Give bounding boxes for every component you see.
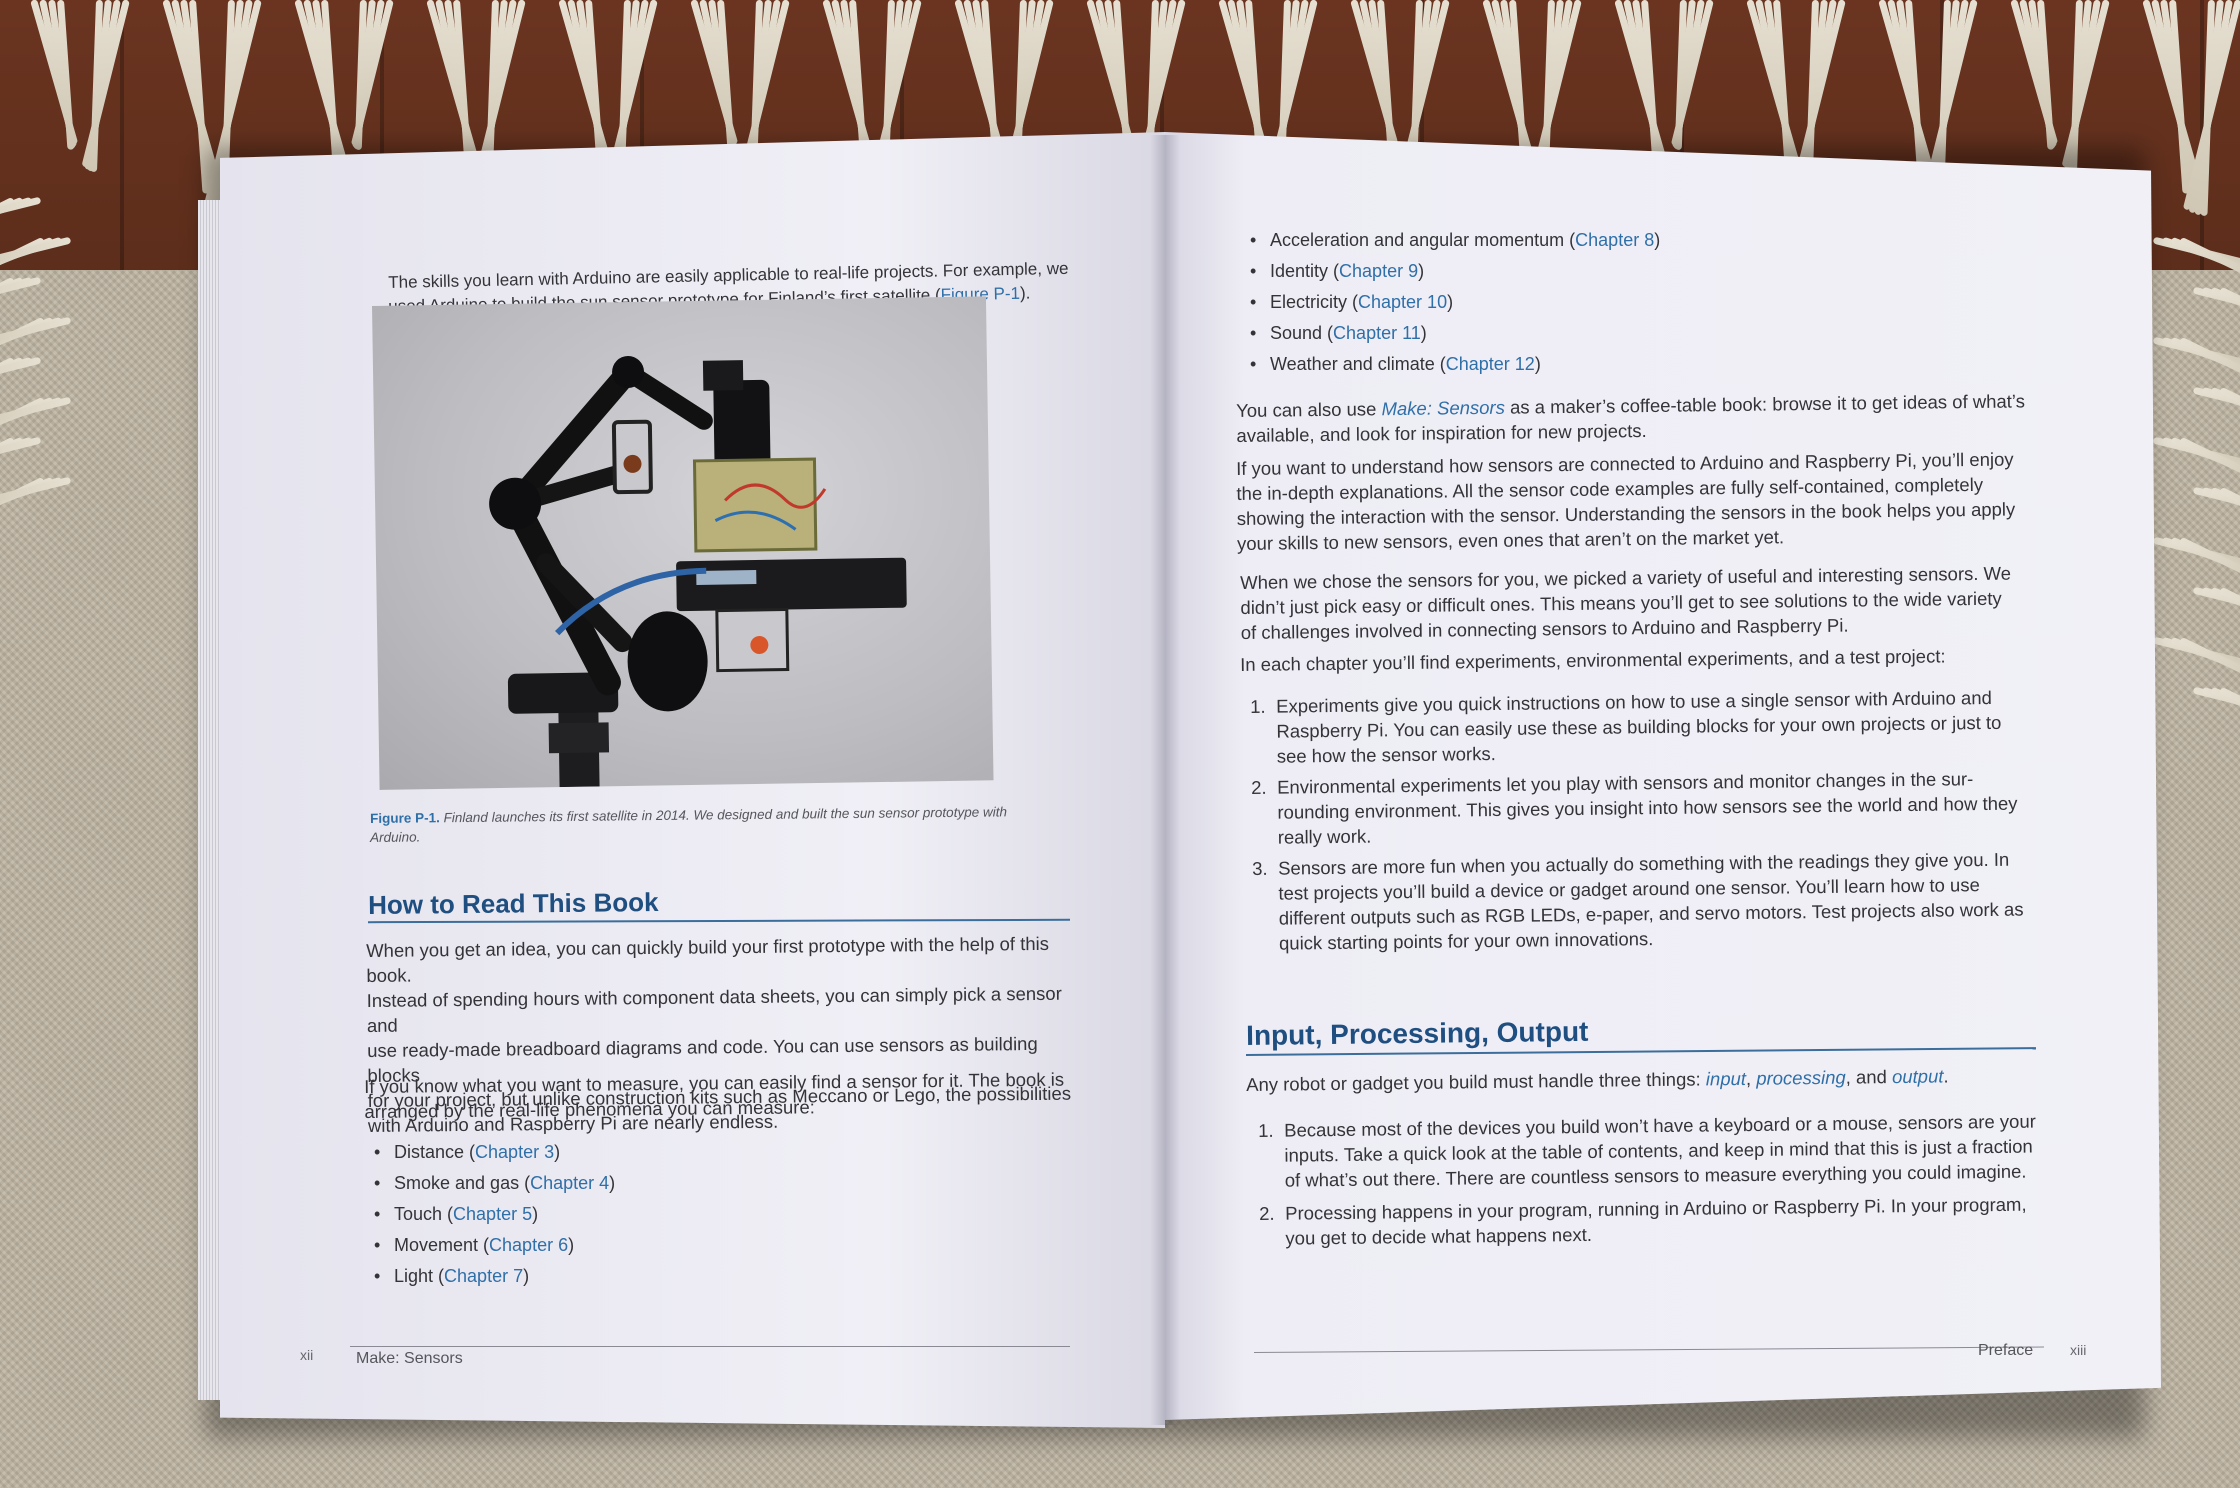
list-item: 3. Sensors are more fun when you actuall… <box>1252 846 2053 956</box>
chapter-link[interactable]: Chapter 11 <box>1333 323 1421 343</box>
list-item: Smoke and gas (Chapter 4) <box>374 1171 615 1202</box>
list-item: Movement (Chapter 6) <box>374 1233 615 1264</box>
list-item: Electricity (Chapter 10) <box>1250 290 1660 321</box>
list-item: Sound (Chapter 11) <box>1250 321 1660 352</box>
list-item: 2. Processing happens in your program, r… <box>1259 1191 2060 1251</box>
right-paragraph-1: You can also use Make: Sensors as a make… <box>1236 388 2037 448</box>
list-item: 1. Because most of the devices you build… <box>1258 1108 2059 1193</box>
list-item: Touch (Chapter 5) <box>374 1202 615 1233</box>
robot-arm-illustration <box>489 355 907 788</box>
left-footer-title: Make: Sensors <box>356 1350 463 1367</box>
chapter-link[interactable]: Chapter 7 <box>444 1266 523 1286</box>
term-output: output <box>1891 1065 1944 1088</box>
list-item: Acceleration and angular momentum (Chapt… <box>1250 228 1660 259</box>
chapter-link[interactable]: Chapter 6 <box>489 1235 568 1255</box>
left-p1-line: When you get an idea, you can quickly bu… <box>366 932 1050 986</box>
list-number: 3. <box>1252 857 1268 879</box>
right-footer-title: Preface <box>1978 1342 2034 1359</box>
right-page-number: xiii <box>2070 1342 2087 1358</box>
chapter-link[interactable]: Chapter 5 <box>453 1204 532 1224</box>
chapter-link[interactable]: Chapter 12 <box>1446 354 1535 374</box>
chapter-link[interactable]: Chapter 9 <box>1339 261 1418 281</box>
chapter-link[interactable]: Chapter 10 <box>1358 292 1447 312</box>
left-paragraph-2: If you know what you want to measure, yo… <box>364 1066 1084 1124</box>
list-number: 2. <box>1259 1202 1275 1224</box>
numbered-list-chapter-structure: 1. Experiments give you quick instructio… <box>1250 684 2053 956</box>
left-page-number: xii <box>300 1347 314 1363</box>
list-item: Light (Chapter 7) <box>374 1264 615 1295</box>
figure-caption-line-2: Arduino. <box>370 829 421 845</box>
figure-caption-label: Figure P-1. <box>370 810 440 826</box>
list-item: Distance (Chapter 3) <box>374 1140 615 1171</box>
term-processing: processing <box>1756 1066 1846 1089</box>
figure-photo-sun-sensor-prototype <box>372 296 994 790</box>
chapter-link[interactable]: Chapter 4 <box>530 1173 609 1193</box>
list-item: 1. Experiments give you quick instructio… <box>1250 684 2051 769</box>
section-heading-how-to-read: How to Read This Book <box>368 886 659 920</box>
right-paragraph-2: If you want to understand how sensors ar… <box>1236 446 2057 556</box>
list-item: 2. Environmental experiments let you pla… <box>1251 765 2052 850</box>
chapter-link[interactable]: Chapter 8 <box>1575 230 1654 250</box>
list-item: Weather and climate (Chapter 12) <box>1250 352 1660 383</box>
list-number: 1. <box>1250 695 1266 717</box>
right-bullet-list: Acceleration and angular momentum (Chapt… <box>1250 228 1660 383</box>
term-input: input <box>1705 1067 1747 1090</box>
left-p1-line: Instead of spending hours with component… <box>366 982 1062 1036</box>
section-heading-input-processing-output: Input, Processing, Output <box>1246 1015 1589 1051</box>
list-item: Identity (Chapter 9) <box>1250 259 1660 290</box>
list-number: 1. <box>1258 1119 1274 1141</box>
book-gutter <box>1150 135 1180 1425</box>
numbered-list-ipo: 1. Because most of the devices you build… <box>1258 1108 2060 1251</box>
right-paragraph-3: When we chose the sensors for you, we pi… <box>1240 560 2061 645</box>
book-title-link[interactable]: Make: Sensors <box>1381 397 1505 420</box>
list-number: 2. <box>1251 776 1267 798</box>
chapter-link[interactable]: Chapter 3 <box>475 1142 554 1162</box>
left-bullet-list: Distance (Chapter 3) Smoke and gas (Chap… <box>374 1140 615 1295</box>
